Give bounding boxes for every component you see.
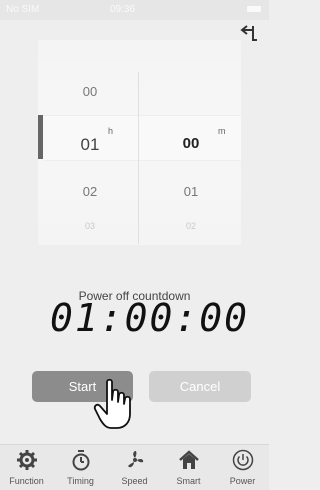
back-arrow-icon	[240, 25, 257, 41]
tab-label: Timing	[67, 476, 94, 486]
battery-icon	[247, 6, 261, 12]
tab-label: Speed	[121, 476, 148, 486]
cancel-button[interactable]: Cancel	[149, 371, 251, 402]
countdown-display: 01:00:00	[50, 296, 250, 340]
hour-unit: h	[108, 126, 114, 136]
tab-timing[interactable]: Timing	[54, 445, 107, 490]
minute-selected[interactable]: 00	[171, 135, 211, 152]
tab-function[interactable]: Function	[0, 445, 53, 490]
hour-option[interactable]: 00	[70, 84, 110, 99]
clock-label: 09:36	[110, 4, 136, 15]
picker-divider	[138, 72, 139, 244]
carrier-label: No SIM	[6, 4, 40, 15]
home-icon	[179, 450, 199, 469]
stopwatch-icon	[72, 450, 90, 471]
hour-option[interactable]: 02	[70, 184, 110, 199]
tab-label: Smart	[176, 476, 201, 486]
hour-selected[interactable]: 01	[70, 135, 110, 155]
hour-option[interactable]: 03	[70, 221, 110, 231]
fan-icon	[128, 451, 144, 468]
tab-label: Power	[229, 476, 256, 486]
tab-label: Function	[9, 476, 44, 486]
picker-selection-marker	[38, 115, 43, 159]
status-bar: No SIM 09:36	[0, 0, 269, 20]
gear-icon	[17, 450, 37, 470]
back-button[interactable]	[239, 22, 261, 44]
tab-smart[interactable]: Smart	[162, 445, 215, 490]
minute-unit: m	[218, 126, 226, 136]
power-icon	[232, 449, 254, 471]
tab-speed[interactable]: Speed	[108, 445, 161, 490]
minute-option[interactable]: 01	[171, 184, 211, 199]
minute-option[interactable]: 02	[171, 221, 211, 231]
bottom-tab-bar: Function Timing Speed Smart Power	[0, 444, 269, 490]
tab-power[interactable]: Power	[216, 445, 269, 490]
pointing-hand-icon	[93, 378, 131, 429]
time-picker[interactable]: 00 01 h 02 03 00 m 01 02	[38, 40, 241, 245]
